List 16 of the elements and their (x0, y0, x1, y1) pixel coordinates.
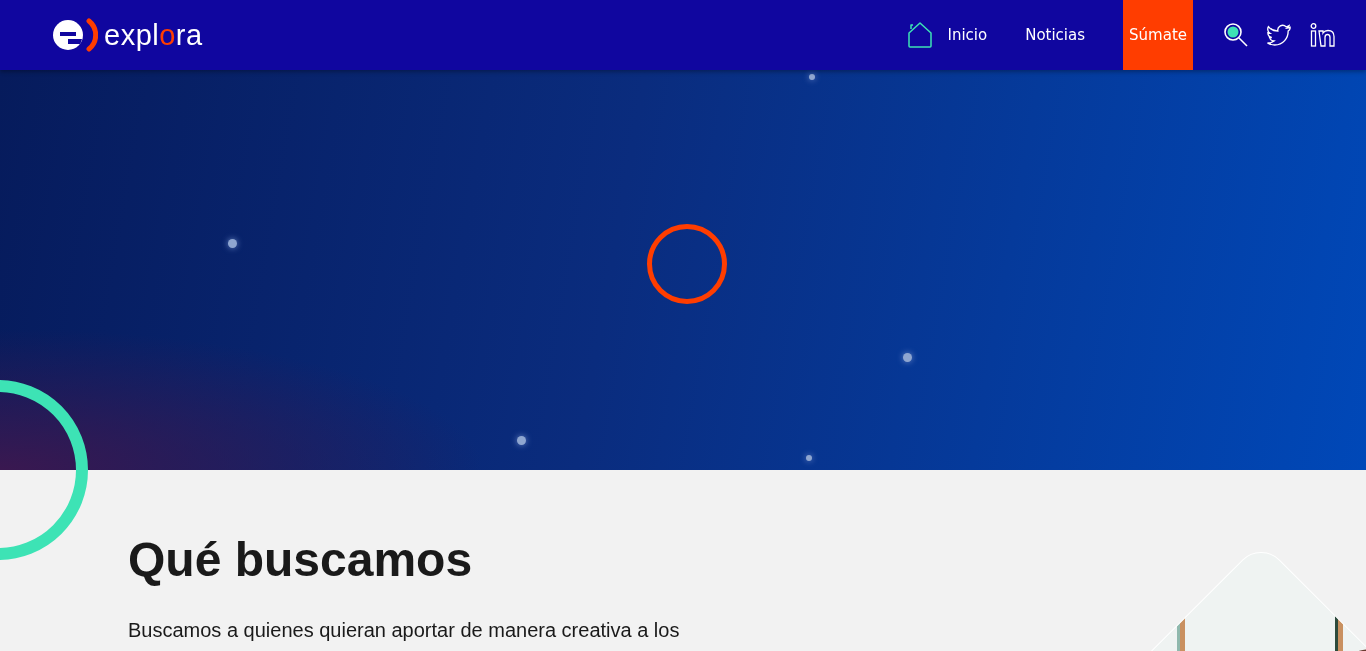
star-dot (809, 74, 815, 80)
logo-wordmark[interactable]: explora (104, 18, 203, 52)
nav-link[interactable]: Noticias (1025, 26, 1086, 44)
linkedin-icon[interactable] (1310, 23, 1336, 47)
section-text: Buscamos a quienes quieran aportar de manera creativa a los (128, 619, 680, 642)
house-icon[interactable] (907, 22, 934, 48)
star-dot (517, 436, 526, 445)
search-icon[interactable] (1223, 22, 1249, 48)
star-dot (903, 353, 912, 362)
logo-icon[interactable] (52, 17, 98, 53)
nav-link[interactable]: Inicio (947, 26, 988, 44)
section-title: Qué buscamos (128, 532, 474, 587)
star-dot (806, 455, 812, 461)
join-button[interactable]: Súmate (1123, 0, 1193, 70)
bird-icon[interactable] (1267, 24, 1292, 46)
star-dot (228, 239, 237, 248)
